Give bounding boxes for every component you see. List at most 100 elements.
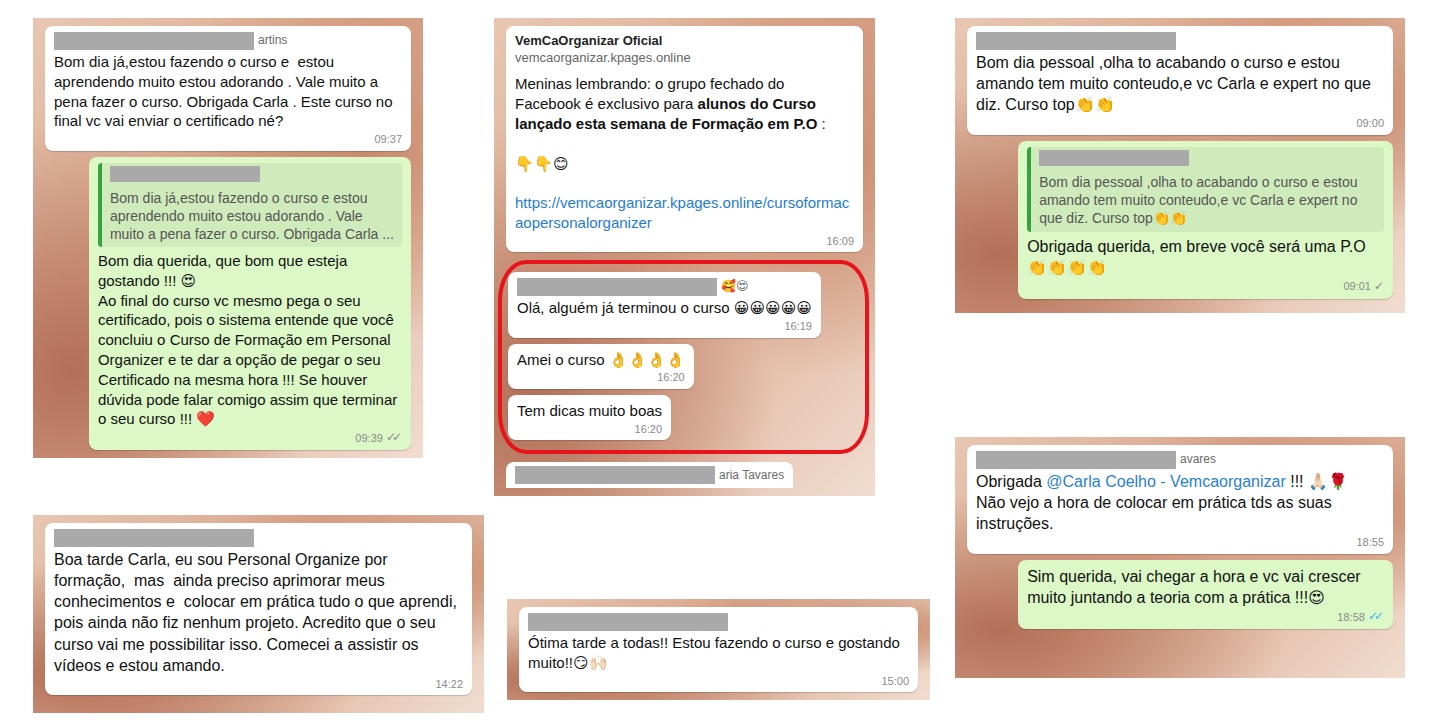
message-bubble: Bom dia pessoal ,olha to acabando o curs… <box>1018 141 1393 299</box>
quote-text: Bom dia já,estou fazendo o curso e estou… <box>110 189 394 244</box>
read-receipt-icon: ✓ <box>1374 279 1384 295</box>
chat-screenshot: artins Bom dia já,estou fazendo o curso e… <box>33 18 423 458</box>
chat-screenshot: Ótima tarde a todas!! Estou fazendo o cu… <box>507 599 930 700</box>
redacted-name <box>976 451 1176 469</box>
message-time: 16:20 <box>635 422 663 437</box>
redacted-name <box>1039 150 1189 166</box>
sender-tail: avares <box>1180 452 1216 468</box>
text-link[interactable]: https://vemcaorganizar.kpages.online/cur… <box>515 194 849 231</box>
sender-name <box>528 613 909 631</box>
message-bubble: Bom dia pessoal ,olha to acabando o curs… <box>967 26 1393 135</box>
sender-name <box>54 529 463 547</box>
sender-name: artins <box>54 32 402 50</box>
message-time: 16:19 <box>784 319 812 334</box>
sender-tail: artins <box>258 33 287 49</box>
sender-name: 🥰😍 <box>517 278 812 296</box>
chat-screenshot: VemCaOrganizar Oficialvemcaorganizar.kpa… <box>494 18 875 496</box>
channel-site: vemcaorganizar.kpages.online <box>515 49 854 66</box>
message-meta: 16:19 <box>517 319 812 334</box>
quote-text: Bom dia pessoal ,olha to acabando o curs… <box>1039 173 1376 228</box>
quoted-message[interactable]: Bom dia pessoal ,olha to acabando o curs… <box>1027 147 1384 232</box>
message-text: Bom dia pessoal ,olha to acabando o curs… <box>976 52 1384 115</box>
sender-tail: 🥰😍 <box>721 279 749 295</box>
message-time: 09:01 <box>1343 279 1371 294</box>
chat-screenshot: avares Obrigada @Carla Coelho - Vemcaorga… <box>955 437 1405 678</box>
text-plain: Obrigada querida, em breve você será uma… <box>1027 238 1370 276</box>
text-plain: Olá, alguém já terminou o curso 😀😀😀😀😀 <box>517 299 812 316</box>
sender-tail: aria Tavares <box>719 468 784 482</box>
message-time: 09:37 <box>374 132 402 147</box>
quoted-message[interactable]: Bom dia já,estou fazendo o curso e estou… <box>98 163 402 247</box>
redacted-name <box>54 32 254 50</box>
message-meta: 09:01✓ <box>1027 279 1384 295</box>
collage-column: artins Bom dia já,estou fazendo o curso e… <box>33 18 484 713</box>
text-plain: Bom dia pessoal ,olha to acabando o curs… <box>976 54 1375 113</box>
message-time: 14:22 <box>435 677 463 692</box>
redacted-name <box>517 278 717 296</box>
redacted-name <box>54 529 254 547</box>
message-meta: 15:00 <box>528 674 909 689</box>
message-group: VemCaOrganizar Oficialvemcaorganizar.kpa… <box>506 26 863 252</box>
message-bubble: Tem dicas muito boas 16:20 <box>508 395 671 440</box>
message-time: 09:00 <box>1356 116 1384 131</box>
message-meta: 18:55 <box>976 535 1384 550</box>
message-meta: 14:22 <box>54 677 463 692</box>
message-group: Ótima tarde a todas!! Estou fazendo o cu… <box>519 607 918 692</box>
message-text: Obrigada @Carla Coelho - Vemcaorganizar … <box>976 471 1384 534</box>
message-time: 16:09 <box>826 234 854 249</box>
chat-screenshot: Boa tarde Carla, eu sou Personal Organiz… <box>33 515 484 713</box>
message-bubble: Bom dia já,estou fazendo o curso e estou… <box>89 157 411 450</box>
text-plain: Tem dicas muito boas <box>517 402 662 419</box>
message-bubble: Ótima tarde a todas!! Estou fazendo o cu… <box>519 607 918 692</box>
message-meta: 16:20 <box>517 422 662 437</box>
read-receipt-icon: ✓✓ <box>386 430 402 446</box>
message-bubble: Boa tarde Carla, eu sou Personal Organiz… <box>45 523 472 695</box>
message-group: artins Bom dia já,estou fazendo o curso e… <box>45 26 411 450</box>
next-sender: aria Tavares <box>506 462 793 488</box>
text-plain: Obrigada <box>976 473 1046 490</box>
message-bubble: Sim querida, vai chegar a hora e vc vai … <box>1018 560 1393 629</box>
message-time: 18:55 <box>1356 535 1384 550</box>
message-meta: 16:09 <box>515 234 854 249</box>
message-bubble: VemCaOrganizar Oficialvemcaorganizar.kpa… <box>506 26 863 252</box>
message-meta: 09:00 <box>976 116 1384 131</box>
message-text: Olá, alguém já terminou o curso 😀😀😀😀😀 <box>517 298 812 318</box>
sender-name: avares <box>976 451 1384 469</box>
message-text: Obrigada querida, em breve você será uma… <box>1027 236 1384 278</box>
message-text: Amei o curso 👌👌👌👌 <box>517 350 685 370</box>
redacted-name <box>110 166 260 182</box>
message-text: Bom dia já,estou fazendo o curso e estou… <box>54 52 402 131</box>
message-meta: 09:39✓✓ <box>98 430 402 446</box>
message-group: Bom dia pessoal ,olha to acabando o curs… <box>967 26 1393 299</box>
message-time: 18:58 <box>1337 610 1365 625</box>
message-bubble: Amei o curso 👌👌👌👌16:20 <box>508 344 694 389</box>
message-group: 🥰😍 Olá, alguém já terminou o curso 😀😀😀😀😀 1… <box>498 260 869 454</box>
message-text: Meninas lembrando: o grupo fechado do Fa… <box>515 74 854 232</box>
message-meta: 09:37 <box>54 132 402 147</box>
text-plain: Ótima tarde a todas!! Estou fazendo o cu… <box>528 634 904 671</box>
message-bubble: artins Bom dia já,estou fazendo o curso e… <box>45 26 411 151</box>
message-bubble: avares Obrigada @Carla Coelho - Vemcaorga… <box>967 445 1393 554</box>
message-text: Tem dicas muito boas <box>517 401 662 421</box>
sender-name <box>976 32 1384 50</box>
redacted-name <box>515 466 715 484</box>
message-meta: 16:20 <box>517 370 685 385</box>
chat-screenshot: Bom dia pessoal ,olha to acabando o curs… <box>955 18 1405 313</box>
message-text: Boa tarde Carla, eu sou Personal Organiz… <box>54 549 463 676</box>
text-plain: Boa tarde Carla, eu sou Personal Organiz… <box>54 551 461 674</box>
collage-column: Bom dia pessoal ,olha to acabando o curs… <box>955 18 1405 678</box>
testimonial-collage: artins Bom dia já,estou fazendo o curso e… <box>0 0 1440 720</box>
message-text: Sim querida, vai chegar a hora e vc vai … <box>1027 566 1384 608</box>
read-receipt-icon: ✓✓ <box>1368 609 1384 625</box>
message-group: avares Obrigada @Carla Coelho - Vemcaorga… <box>967 445 1393 629</box>
message-bubble: 🥰😍 Olá, alguém já terminou o curso 😀😀😀😀😀 1… <box>508 272 821 337</box>
text-mention[interactable]: @Carla Coelho - Vemcaorganizar <box>1046 473 1285 490</box>
channel-title: VemCaOrganizar Oficial <box>515 32 854 49</box>
text-plain: Bom dia querida, que bom que esteja gost… <box>98 252 402 427</box>
message-text: Bom dia querida, que bom que esteja gost… <box>98 251 402 429</box>
redacted-name <box>976 32 1176 50</box>
message-time: 09:39 <box>355 431 383 446</box>
collage-column: VemCaOrganizar Oficialvemcaorganizar.kpa… <box>494 18 930 700</box>
text-plain: Sim querida, vai chegar a hora e vc vai … <box>1027 568 1365 606</box>
message-meta: 18:58✓✓ <box>1027 609 1384 625</box>
